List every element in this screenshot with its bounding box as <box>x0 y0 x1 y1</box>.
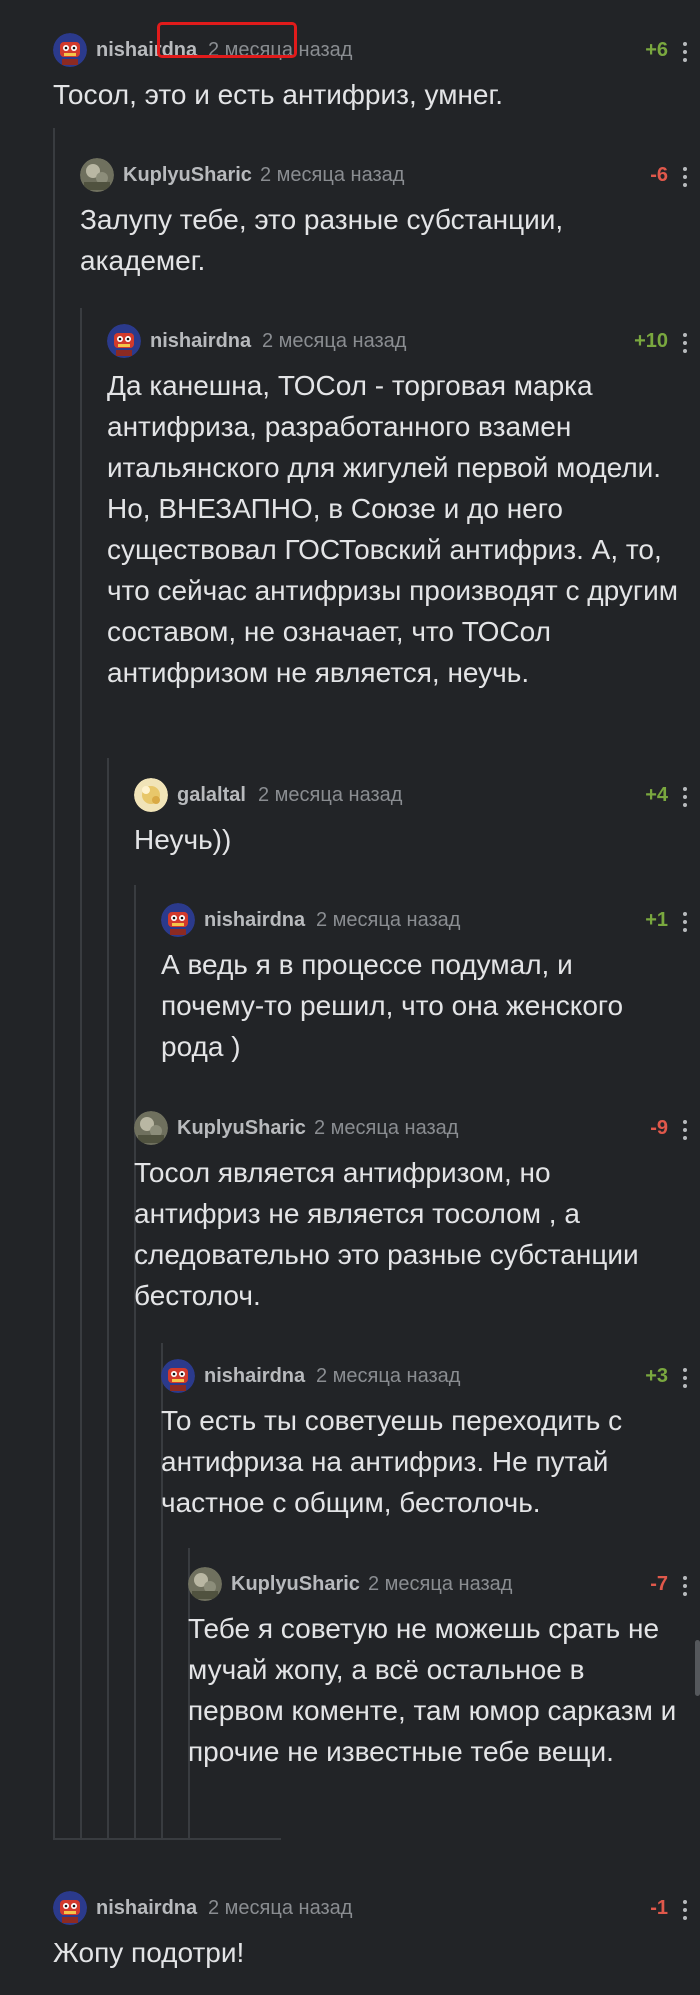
author-name[interactable]: KuplyuSharic <box>177 1117 306 1140</box>
comment-header: nishairdna 2 месяца назад +10 <box>107 319 700 363</box>
more-options-icon[interactable] <box>682 167 688 187</box>
avatar[interactable] <box>161 903 195 937</box>
more-options-icon[interactable] <box>682 912 688 932</box>
scrollbar-thumb[interactable] <box>695 1640 700 1696</box>
timestamp[interactable]: 2 месяца назад <box>260 164 404 187</box>
comment-header: nishairdna 2 месяца назад +1 <box>161 898 700 942</box>
comment: nishairdna 2 месяца назад +10 Да канешна… <box>107 319 700 693</box>
comment-text: Тосол, это и есть антифриз, умнег. <box>53 79 504 110</box>
rating: -7 <box>650 1573 668 1595</box>
comment-header: nishairdna 2 месяца назад +3 <box>161 1354 700 1398</box>
timestamp[interactable]: 2 месяца назад <box>262 330 406 353</box>
avatar[interactable] <box>80 158 114 192</box>
thread-line <box>80 308 82 1840</box>
avatar[interactable] <box>107 324 141 358</box>
more-options-icon[interactable] <box>682 1576 688 1596</box>
comment-header: nishairdna 2 месяца назад +6 <box>53 28 700 72</box>
comment-text: Залупу тебе, это разные субстанции, акад… <box>80 204 564 276</box>
comment-text: Тебе я советую не можешь срать не мучай … <box>188 1613 677 1767</box>
avatar[interactable] <box>53 33 87 67</box>
rating: +3 <box>645 1365 668 1387</box>
comment: galaltal 2 месяца назад +4 Неучь)) <box>134 773 700 860</box>
comment-text: Да канешна, ТОСол - торговая марка антиф… <box>107 370 678 688</box>
avatar[interactable] <box>53 1891 87 1925</box>
comment: nishairdna 2 месяца назад +3 То есть ты … <box>161 1354 700 1523</box>
rating: +6 <box>645 39 668 61</box>
rating: +4 <box>645 784 668 806</box>
timestamp[interactable]: 2 месяца назад <box>316 909 460 932</box>
avatar[interactable] <box>188 1567 222 1601</box>
comment-header: nishairdna 2 месяца назад -1 <box>53 1886 700 1930</box>
comment-header: galaltal 2 месяца назад +4 <box>134 773 700 817</box>
more-options-icon[interactable] <box>682 333 688 353</box>
comment-header: KuplyuSharic 2 месяца назад -6 <box>80 153 700 197</box>
rating: -6 <box>650 164 668 186</box>
thread-line <box>53 128 55 1840</box>
more-options-icon[interactable] <box>682 1368 688 1388</box>
avatar[interactable] <box>161 1359 195 1393</box>
author-name[interactable]: nishairdna <box>204 1365 305 1388</box>
comment-text: Неучь)) <box>134 824 232 855</box>
thread-end-line <box>53 1838 281 1840</box>
comment-text: То есть ты советуешь переходить с антифр… <box>161 1405 623 1518</box>
more-options-icon[interactable] <box>682 1120 688 1140</box>
comment-text: А ведь я в процессе подумал, и почему-то… <box>161 949 624 1062</box>
timestamp[interactable]: 2 месяца назад <box>314 1117 458 1140</box>
comment: KuplyuSharic 2 месяца назад -9 Тосол явл… <box>134 1106 700 1316</box>
thread-line <box>134 885 136 1840</box>
rating: +1 <box>645 909 668 931</box>
avatar[interactable] <box>134 778 168 812</box>
comment: KuplyuSharic 2 месяца назад -7 Тебе я со… <box>188 1562 700 1772</box>
timestamp[interactable]: 2 месяца назад <box>368 1573 512 1596</box>
rating: +10 <box>634 330 668 352</box>
rating: -1 <box>650 1897 668 1919</box>
more-options-icon[interactable] <box>682 787 688 807</box>
comment-text: Тосол является антифризом, но антифриз н… <box>134 1157 639 1311</box>
comment: nishairdna 2 месяца назад +6 Тосол, это … <box>53 28 700 115</box>
highlight-box <box>157 22 297 58</box>
author-name[interactable]: nishairdna <box>96 1897 197 1920</box>
comment-header: KuplyuSharic 2 месяца назад -7 <box>188 1562 700 1606</box>
author-name[interactable]: galaltal <box>177 784 246 807</box>
author-name[interactable]: KuplyuSharic <box>231 1573 360 1596</box>
timestamp[interactable]: 2 месяца назад <box>316 1365 460 1388</box>
rating: -9 <box>650 1117 668 1139</box>
author-name[interactable]: nishairdna <box>150 330 251 353</box>
more-options-icon[interactable] <box>682 42 688 62</box>
comment: KuplyuSharic 2 месяца назад -6 Залупу те… <box>80 153 700 281</box>
thread-line <box>107 758 109 1840</box>
timestamp[interactable]: 2 месяца назад <box>258 784 402 807</box>
comment-header: KuplyuSharic 2 месяца назад -9 <box>134 1106 700 1150</box>
author-name[interactable]: nishairdna <box>204 909 305 932</box>
comment-text: Жопу подотри! <box>53 1937 245 1968</box>
avatar[interactable] <box>134 1111 168 1145</box>
comment: nishairdna 2 месяца назад +1 А ведь я в … <box>161 898 700 1067</box>
timestamp[interactable]: 2 месяца назад <box>208 1897 352 1920</box>
more-options-icon[interactable] <box>682 1900 688 1920</box>
author-name[interactable]: KuplyuSharic <box>123 164 252 187</box>
comment: nishairdna 2 месяца назад -1 Жопу подотр… <box>53 1886 700 1973</box>
